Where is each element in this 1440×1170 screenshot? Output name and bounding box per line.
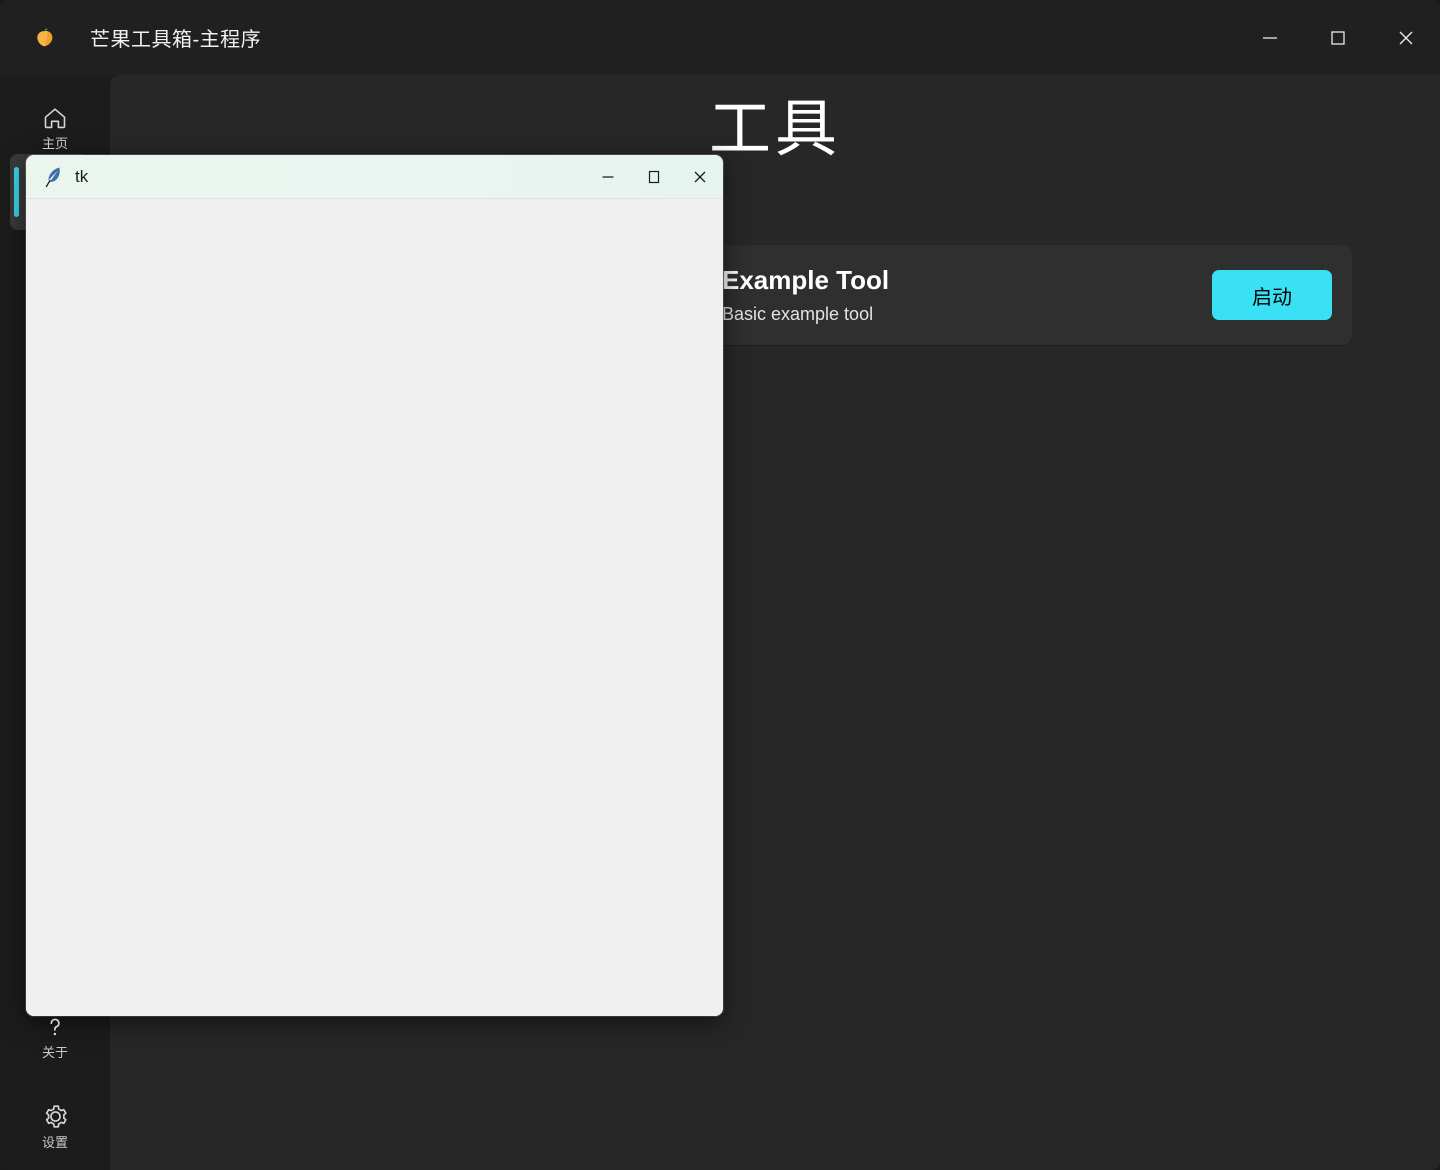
tool-card-description: Basic example tool <box>722 304 874 325</box>
tk-window-controls <box>585 155 723 199</box>
tk-maximize-icon[interactable] <box>631 155 677 199</box>
tk-window-title: tk <box>75 166 89 186</box>
minimize-icon[interactable] <box>1236 0 1304 75</box>
app-window: 芒果工具箱-主程序 主页 关于 设置 工具 Example Tool Basic… <box>0 0 1440 1170</box>
tk-window-titlebar: tk <box>26 155 723 199</box>
tk-close-icon[interactable] <box>677 155 723 199</box>
sidebar-item-about-label: 关于 <box>41 1044 68 1060</box>
sidebar-item-home-label: 主页 <box>41 135 68 151</box>
mango-icon <box>32 25 58 51</box>
tk-window-body <box>26 199 723 1016</box>
tool-card[interactable]: Example Tool Basic example tool 启动 <box>630 245 1352 346</box>
tk-window[interactable]: tk <box>26 155 723 1016</box>
sidebar-item-settings-label: 设置 <box>41 1134 68 1150</box>
sidebar-item-home[interactable]: 主页 <box>0 93 110 159</box>
launch-button[interactable]: 启动 <box>1212 270 1332 321</box>
sidebar-selection-indicator <box>14 167 19 217</box>
window-controls <box>1236 0 1440 75</box>
sidebar-item-settings[interactable]: 设置 <box>0 1092 110 1158</box>
close-icon[interactable] <box>1372 0 1440 75</box>
tool-card-title: Example Tool <box>722 265 890 296</box>
tool-card-info: Example Tool Basic example tool <box>722 265 1212 325</box>
question-mark-icon <box>40 1012 70 1042</box>
tk-minimize-icon[interactable] <box>585 155 631 199</box>
home-icon <box>40 103 70 133</box>
gear-icon <box>40 1102 70 1132</box>
sidebar-bottom-group: 关于 设置 <box>0 1002 110 1170</box>
maximize-icon[interactable] <box>1304 0 1372 75</box>
app-title: 芒果工具箱-主程序 <box>90 29 262 51</box>
window-titlebar: 芒果工具箱-主程序 <box>0 0 1440 75</box>
tools-icon <box>40 175 70 205</box>
